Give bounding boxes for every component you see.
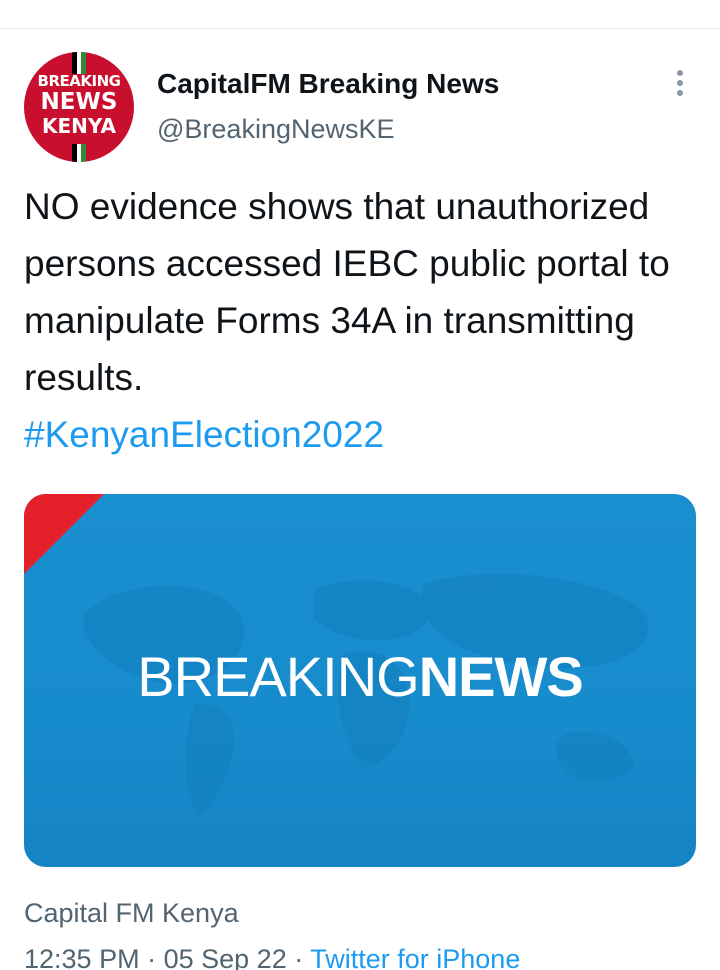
tweet-media-image[interactable]: BREAKINGNEWS — [24, 494, 696, 867]
source-label[interactable]: Capital FM Kenya — [24, 898, 239, 929]
red-corner-accent — [24, 494, 104, 574]
tweet-meta: 12:35 PM · 05 Sep 22 · Twitter for iPhon… — [24, 944, 520, 970]
kenya-flag-stripes-top — [72, 52, 87, 74]
avatar-logo-text: BREAKING NEWS KENYA — [37, 72, 121, 138]
more-vertical-icon[interactable] — [668, 70, 692, 100]
hashtag-link[interactable]: #KenyanElection2022 — [24, 406, 704, 463]
headline-breaking: BREAKING — [137, 645, 419, 708]
meta-separator: · — [294, 944, 304, 970]
tweet-text: NO evidence shows that unauthorized pers… — [24, 178, 704, 463]
kenya-flag-stripes-bottom — [72, 144, 87, 162]
tweet-time[interactable]: 12:35 PM — [24, 944, 140, 970]
headline-news: NEWS — [418, 645, 584, 708]
tweet-date[interactable]: 05 Sep 22 — [164, 944, 287, 970]
tweet-body: NO evidence shows that unauthorized pers… — [24, 186, 670, 398]
author-handle[interactable]: @BreakingNewsKE — [157, 114, 395, 145]
top-divider — [0, 28, 720, 29]
media-headline: BREAKINGNEWS — [24, 644, 696, 709]
author-name[interactable]: CapitalFM Breaking News — [157, 68, 499, 100]
meta-separator: · — [147, 944, 157, 970]
client-link[interactable]: Twitter for iPhone — [310, 944, 520, 970]
avatar[interactable]: BREAKING NEWS KENYA — [24, 52, 134, 162]
